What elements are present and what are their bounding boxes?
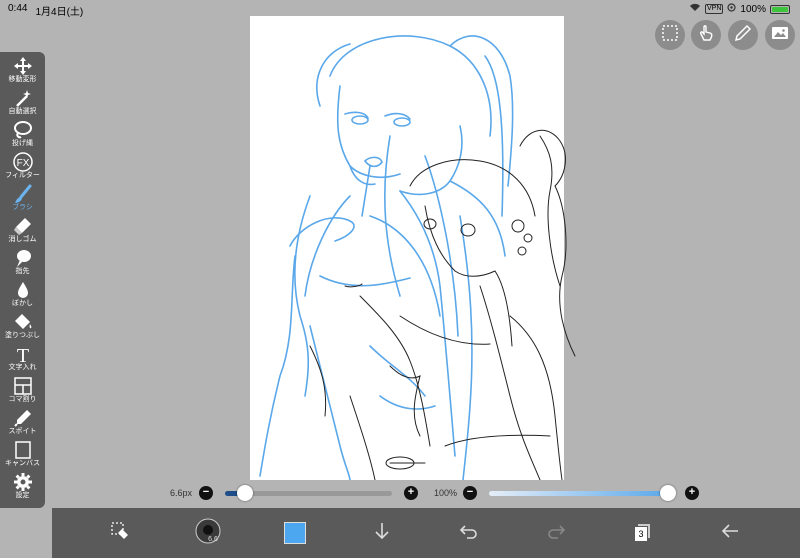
- text-icon: T: [0, 344, 45, 367]
- tool-filter[interactable]: FX フィルター: [0, 150, 45, 182]
- tool-label: 設定: [15, 492, 30, 499]
- color-swatch: [284, 522, 306, 544]
- dashed-rect-icon: [661, 24, 679, 47]
- opacity-slider[interactable]: [489, 491, 669, 496]
- tool-move[interactable]: 移動変形: [0, 54, 45, 86]
- image-button[interactable]: [765, 20, 795, 50]
- fx-icon: FX: [0, 152, 45, 172]
- sketch-layer: [259, 35, 514, 480]
- battery-percent: 100%: [740, 3, 766, 15]
- drop-icon: [0, 280, 45, 300]
- status-date: 1月4日(土): [35, 7, 84, 18]
- pencil-icon: [734, 24, 752, 47]
- tool-label: 投げ縄: [12, 140, 33, 147]
- tool-label: コマ割り: [8, 396, 37, 403]
- drawing-canvas[interactable]: [250, 16, 576, 480]
- transform-button[interactable]: [103, 516, 137, 550]
- brush-size-increase-button[interactable]: +: [404, 486, 418, 500]
- status-time: 0:44: [8, 3, 28, 14]
- tool-fill[interactable]: 塗りつぶし: [0, 310, 45, 342]
- tool-eyedropper[interactable]: スポイト: [0, 406, 45, 438]
- magic-wand-icon: [0, 88, 45, 108]
- tool-label: 消しゴム: [8, 236, 37, 243]
- bucket-icon: [0, 312, 45, 332]
- opacity-decrease-button[interactable]: −: [463, 486, 477, 500]
- arrow-left-icon: [720, 521, 740, 546]
- tool-label: ブラシ: [12, 204, 33, 211]
- tool-label: 指先: [15, 268, 30, 275]
- undo-icon: [459, 521, 479, 546]
- hand-pointer-icon: [697, 24, 715, 47]
- brush-preview-button[interactable]: 6.6: [191, 516, 225, 550]
- brush-preview-icon: 6.6: [194, 517, 222, 550]
- arrow-down-icon: [372, 521, 392, 546]
- layers-count: 3: [634, 526, 648, 542]
- redo-icon: [546, 521, 566, 546]
- brush-icon: [0, 184, 45, 204]
- tool-label: 塗りつぶし: [4, 332, 41, 339]
- undo-button[interactable]: [452, 516, 486, 550]
- back-button[interactable]: [713, 516, 747, 550]
- brush-size-thumb[interactable]: [237, 485, 253, 501]
- status-bar: 0:44 1月4日(土) VPN 100%: [0, 0, 800, 18]
- pen-button[interactable]: [728, 20, 758, 50]
- svg-text:FX: FX: [16, 158, 29, 169]
- selection-transform-icon: [109, 520, 131, 547]
- opacity-label: 100%: [434, 488, 458, 498]
- layers-button[interactable]: 3: [626, 516, 660, 550]
- tool-brush[interactable]: ブラシ: [0, 182, 45, 214]
- tool-canvas[interactable]: キャンバス: [0, 438, 45, 470]
- eyedropper-icon: [0, 408, 45, 428]
- wifi-icon: [689, 3, 701, 15]
- opacity-thumb[interactable]: [660, 485, 676, 501]
- artwork: [259, 35, 576, 480]
- canvas-icon: [0, 440, 45, 460]
- tool-palette: 移動変形 自動選択 投げ縄 FX フィルター ブラシ 消しゴム 指先 ぼかし 塗…: [0, 52, 45, 508]
- brush-size-label: 6.6px: [170, 488, 193, 498]
- image-icon: [771, 24, 789, 47]
- svg-text:T: T: [16, 345, 28, 364]
- vpn-badge: VPN: [705, 4, 724, 14]
- download-button[interactable]: [365, 516, 399, 550]
- color-button[interactable]: [278, 516, 312, 550]
- brush-size-decrease-button[interactable]: −: [199, 486, 213, 500]
- tool-text[interactable]: T 文字入れ: [0, 342, 45, 374]
- tool-label: ぼかし: [12, 300, 33, 307]
- tool-blur[interactable]: ぼかし: [0, 278, 45, 310]
- tool-label: 自動選択: [8, 108, 37, 115]
- tool-eraser[interactable]: 消しゴム: [0, 214, 45, 246]
- redo-button[interactable]: [539, 516, 573, 550]
- layers-icon: 3: [633, 523, 653, 543]
- gear-icon: [0, 472, 45, 492]
- tool-frame[interactable]: コマ割り: [0, 374, 45, 406]
- battery-icon: [770, 4, 790, 14]
- tool-label: 移動変形: [8, 76, 37, 83]
- eraser-icon: [0, 216, 45, 236]
- tool-smudge[interactable]: 指先: [0, 246, 45, 278]
- frame-icon: [0, 376, 45, 396]
- tool-label: キャンバス: [5, 460, 40, 467]
- tool-label: スポイト: [8, 428, 37, 435]
- svg-text:6.6: 6.6: [208, 536, 218, 543]
- location-icon: [727, 3, 737, 15]
- opacity-increase-button[interactable]: +: [685, 486, 699, 500]
- gesture-button[interactable]: [691, 20, 721, 50]
- lasso-icon: [0, 120, 45, 140]
- move-arrows-icon: [0, 56, 45, 76]
- tool-label: フィルター: [5, 172, 40, 179]
- tool-label: 文字入れ: [8, 364, 37, 371]
- tool-lasso[interactable]: 投げ縄: [0, 118, 45, 150]
- tool-auto-select[interactable]: 自動選択: [0, 86, 45, 118]
- selection-button[interactable]: [655, 20, 685, 50]
- tool-settings[interactable]: 設定: [0, 470, 45, 502]
- finger-icon: [0, 248, 45, 268]
- bottom-toolbar: 6.6 3: [52, 508, 800, 558]
